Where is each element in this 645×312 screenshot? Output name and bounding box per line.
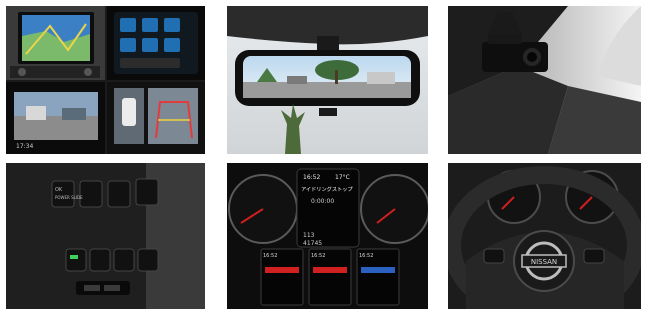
idle-stop-label: アイドリングストップ bbox=[301, 185, 353, 193]
photo-instrument-cluster: 16:52 17°C アイドリングストップ 0:00:00 113 41745 … bbox=[227, 163, 428, 309]
sub-time-2: 16:52 bbox=[311, 253, 325, 259]
photo-nav-around-view: 17:34 bbox=[6, 6, 205, 154]
cluster-time: 16:52 bbox=[303, 174, 320, 181]
switch-label-2: POWER SLIDE bbox=[55, 195, 83, 200]
photo-steering-wheel: NISSAN bbox=[448, 163, 641, 309]
brand-badge: NISSAN bbox=[531, 258, 557, 266]
sub-time-1: 16:52 bbox=[263, 253, 277, 259]
photo-switch-panel: OK POWER SLIDE bbox=[6, 163, 205, 309]
cluster-value: 0:00:00 bbox=[311, 198, 334, 205]
trip-value: 41745 bbox=[303, 240, 322, 247]
around-view-time: 17:34 bbox=[16, 143, 33, 150]
photo-rearview-mirror bbox=[227, 6, 428, 154]
photo-dashcam bbox=[448, 6, 641, 154]
switch-label-1: OK bbox=[55, 187, 63, 193]
odo-value: 113 bbox=[303, 232, 315, 239]
cluster-temp: 17°C bbox=[335, 174, 350, 181]
sub-time-3: 16:52 bbox=[359, 253, 373, 259]
